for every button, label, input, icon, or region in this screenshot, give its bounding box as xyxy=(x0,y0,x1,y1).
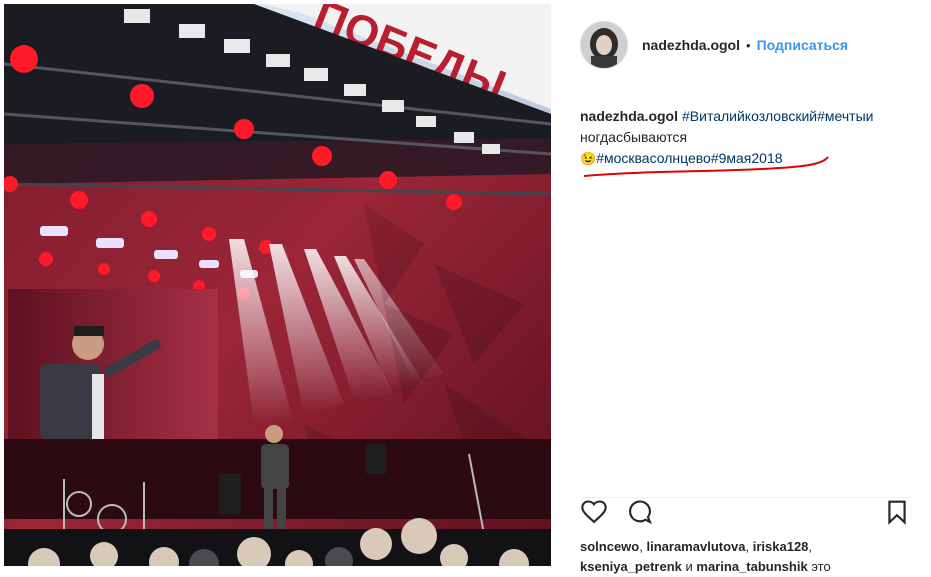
caption-text: ногдасбываются xyxy=(580,129,688,145)
username-link[interactable]: nadezhda.ogol xyxy=(642,37,740,53)
liker-username[interactable]: solncewo xyxy=(580,539,639,554)
post-details-panel: nadezhda.ogol • Подписаться nadezhda.ogo… xyxy=(556,0,931,574)
red-underline-annotation xyxy=(583,156,829,177)
avatar[interactable] xyxy=(580,21,628,69)
likes-tail-text: это xyxy=(811,559,831,574)
heart-icon[interactable] xyxy=(580,498,608,526)
comment-icon[interactable] xyxy=(626,498,654,526)
post-header: nadezhda.ogol • Подписаться xyxy=(580,20,848,70)
separator-dot: • xyxy=(746,37,751,53)
liker-username[interactable]: linaramavlutova xyxy=(647,539,746,554)
post-actions xyxy=(580,497,910,528)
follow-button[interactable]: Подписаться xyxy=(757,37,849,53)
caption-username[interactable]: nadezhda.ogol xyxy=(580,108,678,124)
liker-username[interactable]: iriska128 xyxy=(753,539,809,554)
hashtag-link[interactable]: #Виталийкозловский#мечтыи xyxy=(682,108,873,124)
concert-stage-image: ПОБЕДЫ xyxy=(4,4,551,566)
liker-username[interactable]: marina_tabunshik xyxy=(696,559,807,574)
bookmark-icon[interactable] xyxy=(884,498,910,526)
post-photo[interactable]: ПОБЕДЫ xyxy=(4,4,551,566)
liked-by-list: solncewo, linaramavlutova, iriska128, ks… xyxy=(580,539,831,574)
and-text: и xyxy=(685,559,693,574)
liker-username[interactable]: kseniya_petrenk xyxy=(580,559,682,574)
avatar-photo xyxy=(581,22,627,68)
